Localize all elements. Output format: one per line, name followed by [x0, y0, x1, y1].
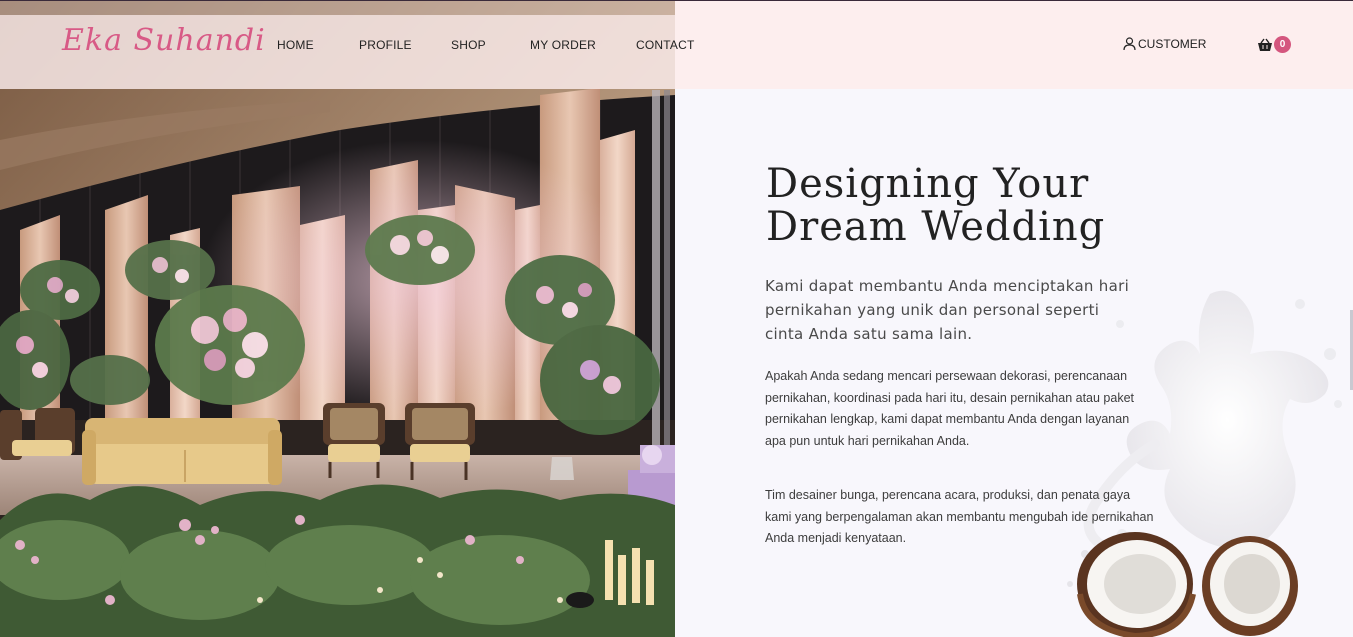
hero-paragraph-2: Tim desainer bunga, perencana acara, pro…	[765, 488, 1154, 545]
headline-line-2: Dream Wedding	[766, 204, 1106, 250]
hero-content: Designing Your Dream Wedding Kami dapat …	[675, 89, 1353, 637]
hero-paragraph-1: Apakah Anda sedang mencari persewaan dek…	[765, 369, 1135, 448]
nav-profile[interactable]: PROFILE	[359, 38, 412, 52]
headline-line-1: Designing Your	[766, 161, 1090, 207]
brand-logo[interactable]: Eka Suhandi	[62, 23, 266, 58]
cart-button[interactable]: 0	[1257, 35, 1293, 55]
nav-shop[interactable]: SHOP	[451, 38, 486, 52]
nav-my-order[interactable]: MY ORDER	[530, 38, 596, 52]
top-border	[0, 0, 1353, 1]
nav-home[interactable]: HOME	[277, 38, 314, 52]
customer-link[interactable]: CUSTOMER	[1123, 37, 1206, 51]
site-header: Eka Suhandi HOME PROFILE SHOP MY ORDER C…	[0, 1, 1353, 89]
header-right-bg	[675, 1, 1353, 89]
nav-contact[interactable]: CONTACT	[636, 38, 695, 52]
basket-icon	[1258, 38, 1272, 51]
hero-lead-text: Kami dapat membantu Anda menciptakan har…	[765, 277, 1130, 343]
hero-headline: Designing Your Dream Wedding	[766, 163, 1186, 249]
customer-label: CUSTOMER	[1138, 37, 1207, 51]
page: Designing Your Dream Wedding Kami dapat …	[0, 0, 1353, 637]
cart-count-badge: 0	[1274, 36, 1291, 53]
hero-image	[0, 0, 675, 637]
header-top-strip	[0, 1, 675, 15]
user-icon	[1123, 37, 1136, 51]
